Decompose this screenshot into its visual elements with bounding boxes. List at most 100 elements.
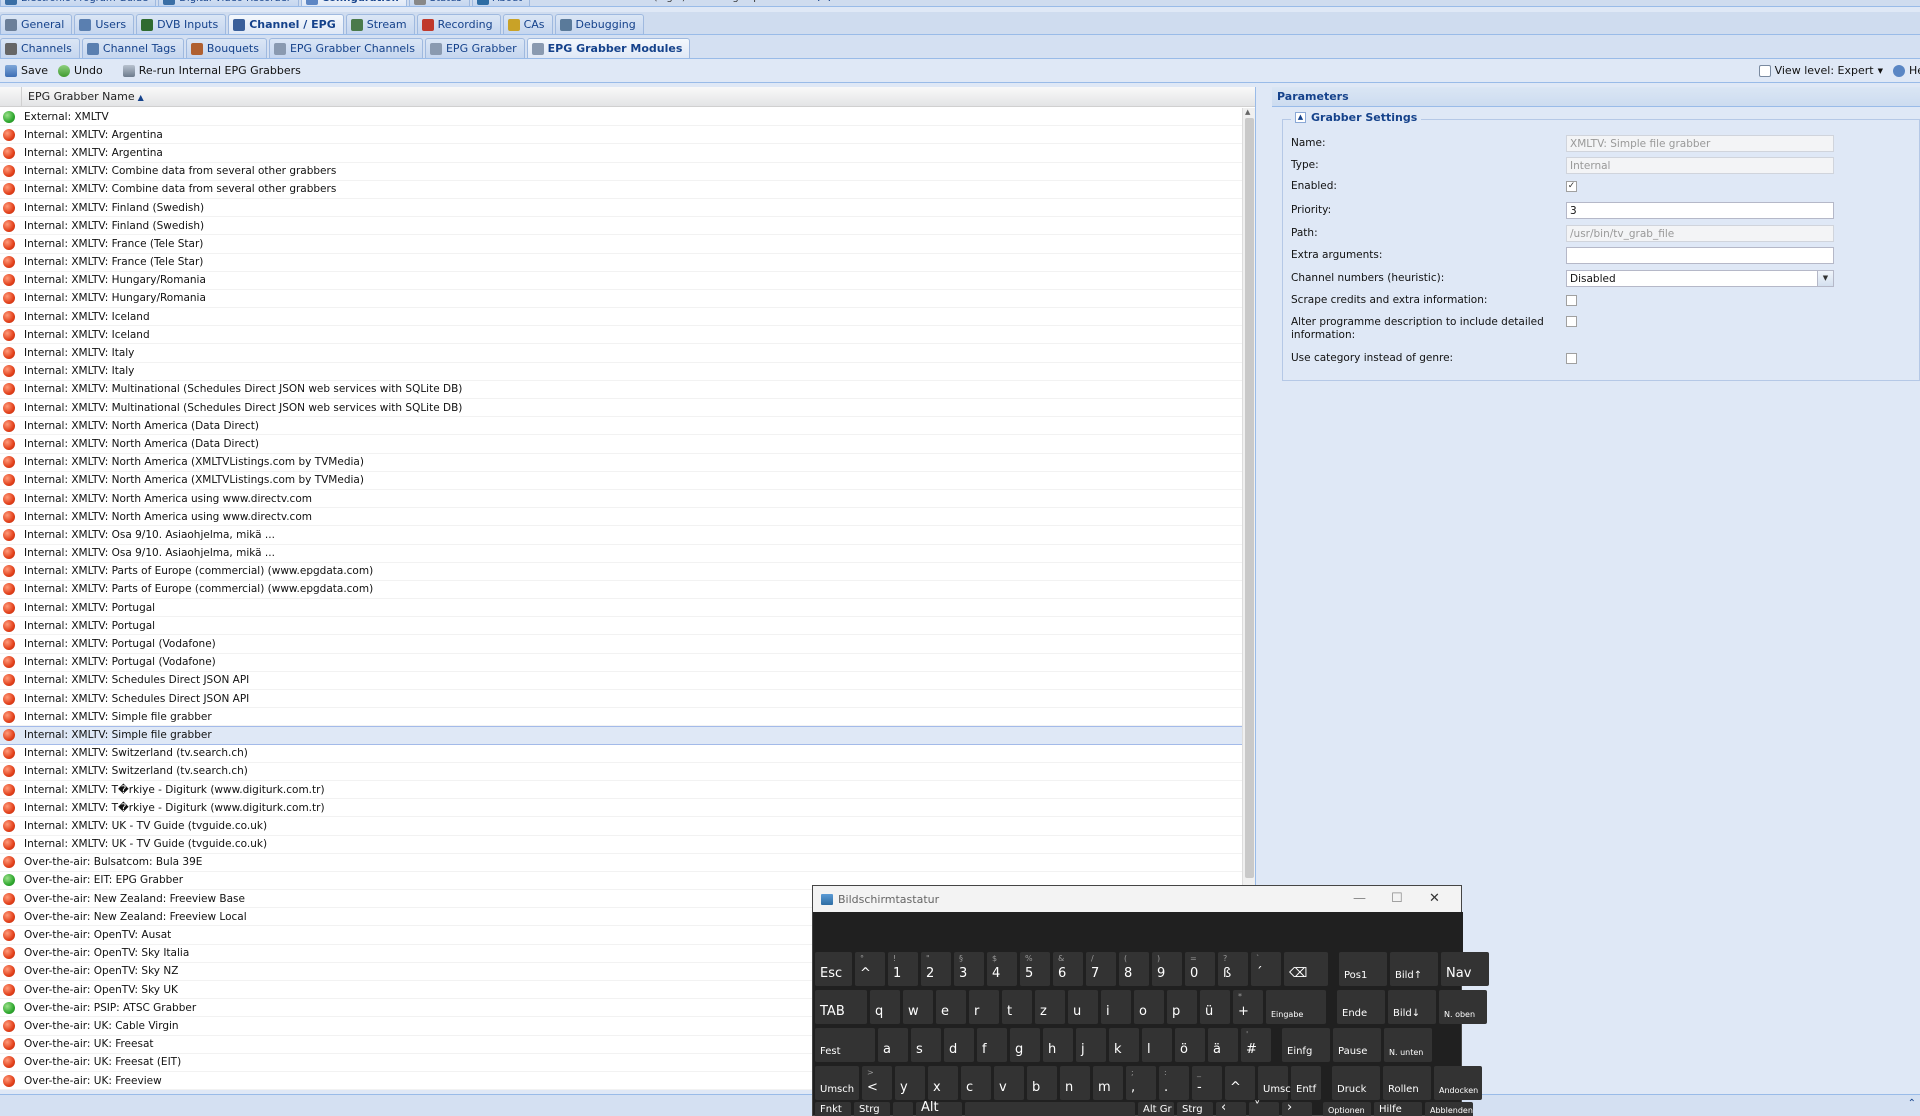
channel-numbers-select[interactable]: Disabled ▼ — [1566, 270, 1834, 287]
column-header-name[interactable]: EPG Grabber Name ▲ — [22, 90, 144, 103]
key[interactable]: /7 — [1086, 952, 1116, 986]
expand-up-icon[interactable]: ⌃ — [1908, 1098, 1916, 1109]
table-row[interactable]: Over-the-air: Bulsatcom: Bula 39E — [0, 854, 1255, 872]
key[interactable]: Rollen — [1383, 1066, 1431, 1100]
table-row[interactable]: Internal: XMLTV: Multinational (Schedule… — [0, 381, 1255, 399]
table-row[interactable]: Internal: XMLTV: Hungary/Romania — [0, 272, 1255, 290]
key[interactable]: w — [903, 990, 933, 1024]
key[interactable]: ^ — [1225, 1066, 1255, 1100]
key[interactable]: > < — [862, 1066, 892, 1100]
key[interactable]: Umsch — [1258, 1066, 1297, 1100]
table-row[interactable]: External: XMLTV — [0, 108, 1255, 127]
table-row[interactable]: Internal: XMLTV: Combine data from sever… — [0, 181, 1255, 199]
table-row[interactable]: Internal: XMLTV: North America (Data Dir… — [0, 417, 1255, 436]
key[interactable]: Alt Gr — [1138, 1102, 1174, 1116]
key[interactable]: Fest — [815, 1028, 875, 1062]
key[interactable]: o — [1134, 990, 1164, 1024]
key[interactable]: ' # — [1241, 1028, 1271, 1062]
key[interactable]: § 3 — [954, 952, 984, 986]
key[interactable]: y — [895, 1066, 925, 1100]
config-tab-1[interactable]: Users — [74, 14, 135, 34]
key[interactable]: Umsch — [815, 1066, 859, 1100]
table-row[interactable]: Internal: XMLTV: Schedules Direct JSON A… — [0, 690, 1255, 709]
table-row[interactable]: Internal: XMLTV: Portugal (Vodafone) — [0, 635, 1255, 654]
enabled-checkbox[interactable]: ✓ — [1566, 181, 1577, 192]
use-category-checkbox[interactable] — [1566, 353, 1577, 364]
help-button[interactable]: Help — [1888, 64, 1920, 77]
key[interactable]: › — [1282, 1100, 1312, 1116]
save-button[interactable]: Save — [0, 64, 53, 77]
key[interactable]: ‹ — [1216, 1100, 1246, 1116]
key[interactable]: g — [1010, 1028, 1040, 1062]
table-row[interactable]: Internal: XMLTV: France (Tele Star) — [0, 235, 1255, 254]
table-row[interactable]: Internal: XMLTV: Osa 9/10. Asiaohjelma, … — [0, 526, 1255, 545]
key[interactable]: ` ´ — [1251, 952, 1281, 986]
table-row[interactable]: Internal: XMLTV: France (Tele Star) — [0, 254, 1255, 272]
scrape-credits-checkbox[interactable] — [1566, 295, 1577, 306]
table-row[interactable]: Internal: XMLTV: Switzerland (tv.search.… — [0, 745, 1255, 763]
sub-tab-0[interactable]: Channels — [0, 38, 80, 58]
scrollbar-thumb[interactable] — [1245, 118, 1254, 878]
key[interactable]: Strg — [1177, 1102, 1213, 1116]
alter-description-checkbox[interactable] — [1566, 316, 1577, 327]
rerun-grabbers-button[interactable]: Re-run Internal EPG Grabbers — [118, 64, 306, 77]
table-row[interactable]: Internal: XMLTV: Argentina — [0, 126, 1255, 145]
key[interactable]: ) 9 — [1152, 952, 1182, 986]
priority-input[interactable]: 3 — [1566, 202, 1834, 219]
scroll-up-icon[interactable]: ▲ — [1245, 108, 1250, 116]
key[interactable]: = 0 — [1185, 952, 1215, 986]
key[interactable]: m — [1093, 1066, 1123, 1100]
key[interactable]: Eingabe — [1266, 990, 1326, 1024]
key[interactable]: ° ^ — [855, 952, 885, 986]
key[interactable]: Fnkt — [815, 1102, 851, 1116]
key[interactable]: Einfg — [1282, 1028, 1330, 1062]
key[interactable]: ö — [1175, 1028, 1205, 1062]
key[interactable]: N. oben — [1439, 990, 1487, 1024]
config-tab-7[interactable]: Debugging — [554, 14, 644, 34]
sub-tab-5[interactable]: EPG Grabber Modules — [526, 38, 691, 58]
key[interactable]: ˅ — [1249, 1100, 1279, 1116]
key[interactable]: n — [1060, 1066, 1090, 1100]
table-row[interactable]: Internal: XMLTV: T�rkiye - Digiturk (www… — [0, 781, 1255, 800]
table-row[interactable]: Internal: XMLTV: Simple file grabber — [0, 708, 1255, 727]
key[interactable]: q — [870, 990, 900, 1024]
table-row[interactable]: Internal: XMLTV: UK - TV Guide (tvguide.… — [0, 817, 1255, 836]
config-tab-6[interactable]: CAs — [502, 14, 553, 34]
top-tab-3[interactable]: Status — [408, 0, 470, 6]
key[interactable]: ! 1 — [888, 952, 918, 986]
key[interactable]: ⌫ — [1284, 952, 1328, 986]
key[interactable]: Pos1 — [1339, 952, 1387, 986]
table-row[interactable]: Internal: XMLTV: North America (XMLTVLis… — [0, 472, 1255, 490]
table-row[interactable]: Internal: XMLTV: Iceland — [0, 326, 1255, 345]
key[interactable]: $4 — [987, 952, 1017, 986]
key[interactable] — [965, 1102, 1135, 1116]
key[interactable]: TAB — [815, 990, 867, 1024]
key[interactable]: f — [977, 1028, 1007, 1062]
table-row[interactable]: Internal: XMLTV: Osa 9/10. Asiaohjelma, … — [0, 545, 1255, 563]
sub-tab-4[interactable]: EPG Grabber — [424, 38, 525, 58]
collapse-icon[interactable]: ▲ — [1295, 112, 1306, 123]
key[interactable]: (8 — [1119, 952, 1149, 986]
table-row[interactable]: Internal: XMLTV: North America using www… — [0, 490, 1255, 509]
key[interactable]: * + — [1233, 990, 1263, 1024]
table-row[interactable]: Internal: XMLTV: Combine data from sever… — [0, 163, 1255, 181]
key[interactable]: k — [1109, 1028, 1139, 1062]
table-row[interactable]: Internal: XMLTV: Schedules Direct JSON A… — [0, 672, 1255, 690]
key[interactable]: t — [1002, 990, 1032, 1024]
config-tab-3[interactable]: Channel / EPG — [228, 14, 344, 34]
sub-tab-1[interactable]: Channel Tags — [81, 38, 184, 58]
table-row[interactable]: Internal: XMLTV: Simple file grabber — [0, 726, 1255, 745]
key[interactable]: & 6 — [1053, 952, 1083, 986]
sub-tab-2[interactable]: Bouquets — [185, 38, 267, 58]
table-row[interactable]: Internal: XMLTV: Italy — [0, 363, 1255, 381]
key[interactable]: Entf — [1291, 1066, 1321, 1100]
top-tab-4[interactable]: About — [471, 0, 531, 6]
table-row[interactable]: Internal: XMLTV: UK - TV Guide (tvguide.… — [0, 836, 1255, 854]
table-row[interactable]: Internal: XMLTV: Parts of Europe (commer… — [0, 563, 1255, 581]
key[interactable]: Abblenden — [1425, 1102, 1473, 1116]
grabber-settings-legend[interactable]: ▲ Grabber Settings — [1291, 111, 1422, 124]
table-row[interactable]: Internal: XMLTV: North America using www… — [0, 508, 1255, 527]
key[interactable] — [893, 1102, 913, 1116]
table-row[interactable]: Internal: XMLTV: Parts of Europe (commer… — [0, 581, 1255, 600]
key[interactable]: e — [936, 990, 966, 1024]
